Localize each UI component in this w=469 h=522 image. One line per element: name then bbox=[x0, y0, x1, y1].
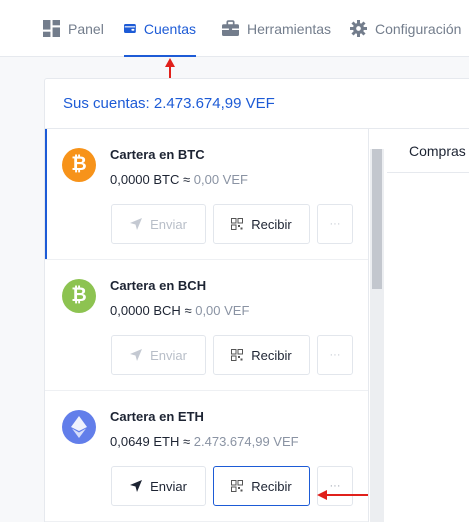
wallet-list-scrollbar[interactable] bbox=[370, 149, 384, 522]
wallet-balance: 0,0000 BTC ≈ 0,00 VEF bbox=[110, 172, 248, 187]
nav-label: Herramientas bbox=[247, 20, 332, 37]
dashboard-icon bbox=[43, 20, 60, 37]
tab-compras[interactable]: Compras bbox=[409, 143, 466, 159]
send-button[interactable]: Enviar bbox=[111, 466, 206, 506]
bitcoin-cash-icon: ₿ bbox=[62, 279, 96, 313]
wallet-name: Cartera en BCH bbox=[110, 278, 207, 293]
nav-item-panel[interactable]: Panel bbox=[43, 0, 104, 57]
qr-code-icon bbox=[231, 480, 244, 492]
wallet-balance: 0,0000 BCH ≈ 0,00 VEF bbox=[110, 303, 250, 318]
wallet-eth[interactable]: Cartera en ETH 0,0649 ETH ≈ 2.473.674,99… bbox=[45, 391, 368, 522]
send-icon bbox=[130, 349, 143, 361]
receive-button[interactable]: Recibir bbox=[213, 466, 310, 506]
ethereum-icon bbox=[62, 410, 96, 444]
send-icon bbox=[130, 480, 143, 492]
ethereum-diamond-icon bbox=[71, 416, 87, 438]
accounts-total: Sus cuentas: 2.473.674,99 VEF bbox=[45, 79, 469, 129]
nav-label: Cuentas bbox=[143, 20, 196, 37]
nav-label: Panel bbox=[68, 20, 104, 37]
wallet-balance: 0,0649 ETH ≈ 2.473.674,99 VEF bbox=[110, 434, 299, 449]
transactions-tabs: Compras bbox=[387, 129, 469, 173]
app-root: Panel Cuentas Herramientas Configuración bbox=[0, 0, 469, 522]
wallet-btc[interactable]: ₿ Cartera en BTC 0,0000 BTC ≈ 0,00 VEF E… bbox=[45, 129, 368, 260]
wallet-name: Cartera en ETH bbox=[110, 409, 204, 424]
more-options-button[interactable]: ··· bbox=[317, 335, 353, 375]
more-options-button[interactable]: ··· bbox=[317, 204, 353, 244]
annotation-arrow-left bbox=[317, 490, 368, 500]
qr-code-icon bbox=[231, 218, 244, 230]
accounts-card: Sus cuentas: 2.473.674,99 VEF ₿ Cartera … bbox=[44, 78, 469, 522]
bitcoin-icon: ₿ bbox=[62, 148, 96, 182]
wallet-icon bbox=[124, 24, 136, 33]
wallet-bch[interactable]: ₿ Cartera en BCH 0,0000 BCH ≈ 0,00 VEF E… bbox=[45, 260, 368, 391]
nav-label: Configuración bbox=[375, 20, 462, 37]
gear-icon bbox=[350, 20, 367, 37]
scrollbar-thumb[interactable] bbox=[372, 149, 382, 289]
wallet-name: Cartera en BTC bbox=[110, 147, 205, 162]
send-button[interactable]: Enviar bbox=[111, 335, 206, 375]
top-navigation: Panel Cuentas Herramientas Configuración bbox=[0, 0, 469, 57]
nav-item-herramientas[interactable]: Herramientas bbox=[222, 0, 331, 57]
receive-button[interactable]: Recibir bbox=[213, 204, 310, 244]
receive-button[interactable]: Recibir bbox=[213, 335, 310, 375]
qr-code-icon bbox=[231, 349, 244, 361]
wallet-list: ₿ Cartera en BTC 0,0000 BTC ≈ 0,00 VEF E… bbox=[45, 129, 369, 522]
nav-item-cuentas[interactable]: Cuentas bbox=[124, 0, 196, 57]
send-icon bbox=[130, 218, 143, 230]
briefcase-icon bbox=[222, 20, 239, 36]
nav-item-configuracion[interactable]: Configuración bbox=[350, 0, 461, 57]
send-button[interactable]: Enviar bbox=[111, 204, 206, 244]
